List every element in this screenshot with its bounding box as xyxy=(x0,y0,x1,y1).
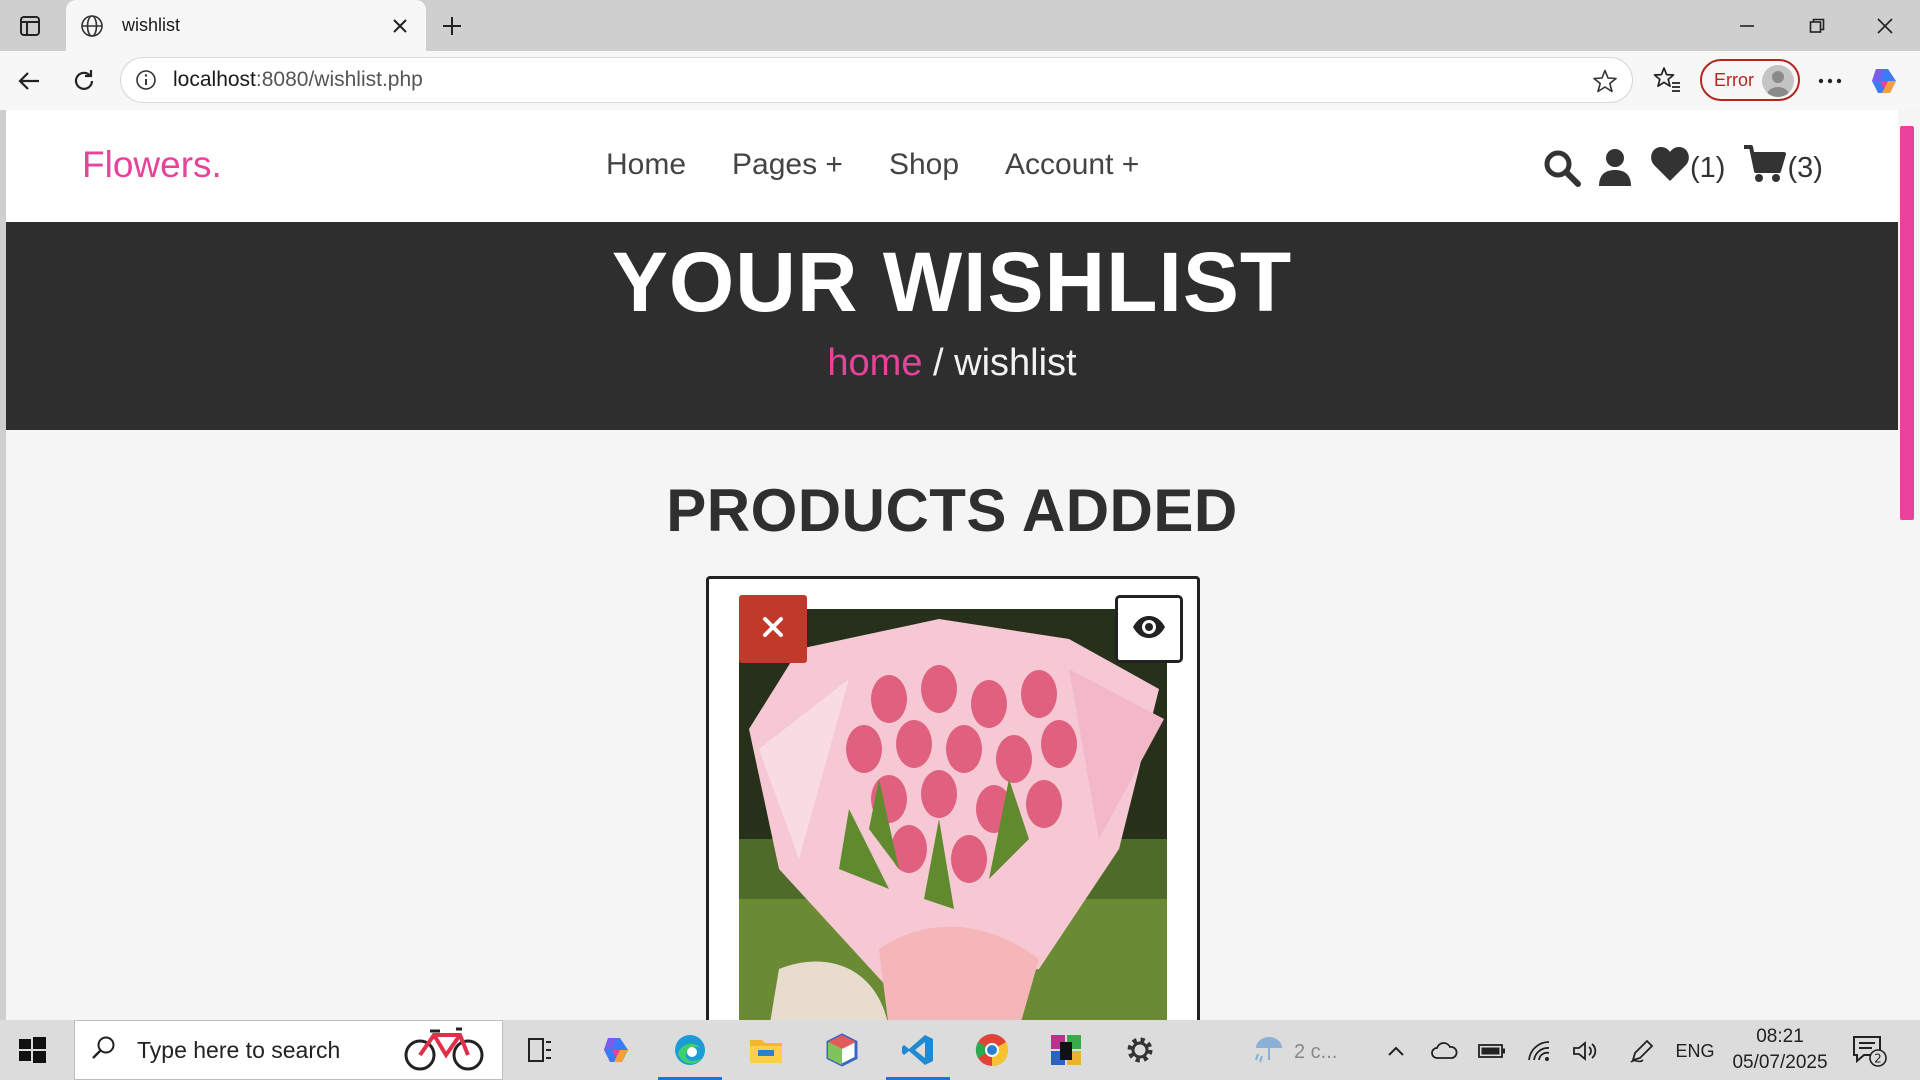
close-window-button[interactable] xyxy=(1850,0,1920,51)
page-scrollbar-thumb[interactable] xyxy=(1900,126,1914,520)
more-options-icon[interactable] xyxy=(1814,65,1846,97)
header-icons: (1) (3) xyxy=(1542,144,1823,192)
user-icon[interactable] xyxy=(1598,148,1632,188)
bicycle-icon xyxy=(402,1023,486,1078)
copilot-icon[interactable] xyxy=(1866,63,1902,99)
clock-time: 08:21 xyxy=(1756,1026,1804,1047)
nav-account[interactable]: Account + xyxy=(1005,148,1139,182)
refresh-button[interactable] xyxy=(66,63,102,99)
nav-shop[interactable]: Shop xyxy=(889,148,959,182)
search-icon[interactable] xyxy=(1542,148,1582,188)
clock-date: 05/07/2025 xyxy=(1732,1052,1828,1073)
url-text: localhost:8080/wishlist.php xyxy=(173,68,423,92)
cart-icon xyxy=(1743,144,1787,192)
winrar-icon[interactable] xyxy=(1034,1026,1098,1074)
rain-umbrella-icon xyxy=(1252,1034,1286,1070)
minimize-window-button[interactable] xyxy=(1712,0,1782,51)
browser-tab-bar: wishlist xyxy=(0,0,1920,51)
section-title: PRODUCTS ADDED xyxy=(666,477,1238,544)
battery-icon[interactable] xyxy=(1476,1036,1508,1066)
breadcrumb-separator: / xyxy=(922,342,955,384)
taskbar-search-box[interactable]: Type here to search xyxy=(74,1020,503,1080)
close-tab-icon[interactable] xyxy=(388,14,412,38)
tab-actions-icon[interactable] xyxy=(14,10,46,42)
page-viewport: Flowers. Home Pages + Shop Account + (1) xyxy=(6,110,1920,1020)
nav-pages[interactable]: Pages + xyxy=(732,148,843,182)
profile-error-label: Error xyxy=(1714,69,1754,90)
onedrive-cloud-icon[interactable] xyxy=(1428,1036,1460,1066)
profile-avatar-icon xyxy=(1762,65,1794,97)
new-tab-button[interactable] xyxy=(436,10,468,42)
url-host: localhost xyxy=(173,68,256,91)
search-icon xyxy=(91,1035,117,1066)
cart-link[interactable]: (3) xyxy=(1743,144,1823,192)
wishlist-product-card xyxy=(706,576,1200,1020)
task-view-icon[interactable] xyxy=(508,1026,572,1074)
remove-from-wishlist-button[interactable] xyxy=(739,595,807,663)
main-nav: Home Pages + Shop Account + xyxy=(606,148,1139,182)
breadcrumb-current: wishlist xyxy=(954,342,1077,384)
tab-title: wishlist xyxy=(122,15,181,35)
page-title: YOUR WISHLIST xyxy=(611,235,1293,329)
app-cube-icon[interactable] xyxy=(810,1026,874,1074)
quick-view-button[interactable] xyxy=(1115,595,1183,663)
browser-tab-wishlist[interactable]: wishlist xyxy=(66,0,426,51)
profile-error-button[interactable]: Error xyxy=(1700,59,1800,101)
close-icon xyxy=(762,616,784,643)
notification-count: 2 xyxy=(1874,1052,1882,1066)
page-hero: YOUR WISHLIST home / wishlist xyxy=(6,222,1898,430)
breadcrumb: home / wishlist xyxy=(6,342,1898,385)
cart-count: (3) xyxy=(1787,151,1823,184)
wifi-icon[interactable] xyxy=(1524,1036,1556,1066)
notification-center-icon[interactable]: 2 xyxy=(1852,1034,1888,1068)
breadcrumb-home[interactable]: home xyxy=(827,342,922,384)
taskbar-clock[interactable]: 08:21 05/07/2025 xyxy=(1730,1024,1830,1076)
file-explorer-icon[interactable] xyxy=(734,1026,798,1074)
copilot-taskbar-icon[interactable] xyxy=(584,1026,648,1074)
site-info-icon[interactable] xyxy=(135,68,159,92)
url-path: :8080/wishlist.php xyxy=(255,68,423,91)
taskbar-search-placeholder: Type here to search xyxy=(137,1036,341,1063)
language-indicator[interactable]: ENG xyxy=(1672,1036,1718,1066)
weather-text: 2 c... xyxy=(1294,1040,1338,1063)
product-image xyxy=(739,609,1167,1020)
settings-gear-icon[interactable] xyxy=(1108,1026,1172,1074)
heart-icon xyxy=(1650,146,1690,190)
volume-icon[interactable] xyxy=(1570,1036,1602,1066)
restore-window-button[interactable] xyxy=(1782,0,1852,51)
back-button[interactable] xyxy=(12,63,48,99)
show-hidden-icons-chevron-icon[interactable] xyxy=(1382,1036,1410,1066)
site-logo[interactable]: Flowers. xyxy=(82,144,222,186)
add-favorite-star-icon[interactable] xyxy=(1592,68,1618,94)
globe-icon xyxy=(80,13,106,39)
wishlist-link[interactable]: (1) xyxy=(1650,146,1725,190)
nav-home[interactable]: Home xyxy=(606,148,686,182)
pen-icon[interactable] xyxy=(1626,1036,1658,1066)
windows-taskbar: Type here to search 2 c... ENG 08:21 05/… xyxy=(0,1020,1920,1080)
vscode-icon[interactable] xyxy=(886,1026,950,1080)
chrome-icon[interactable] xyxy=(960,1026,1024,1074)
eye-icon xyxy=(1132,615,1166,644)
address-bar[interactable]: localhost:8080/wishlist.php xyxy=(120,57,1633,103)
windows-start-icon[interactable] xyxy=(14,1032,50,1068)
wishlist-count: (1) xyxy=(1690,151,1726,184)
edge-browser-taskbar-icon[interactable] xyxy=(658,1026,722,1080)
site-header: Flowers. Home Pages + Shop Account + (1) xyxy=(6,110,1898,222)
weather-widget[interactable]: 2 c... xyxy=(1252,1034,1337,1070)
favorites-icon[interactable] xyxy=(1652,65,1684,97)
browser-toolbar: localhost:8080/wishlist.php Error xyxy=(0,51,1920,110)
